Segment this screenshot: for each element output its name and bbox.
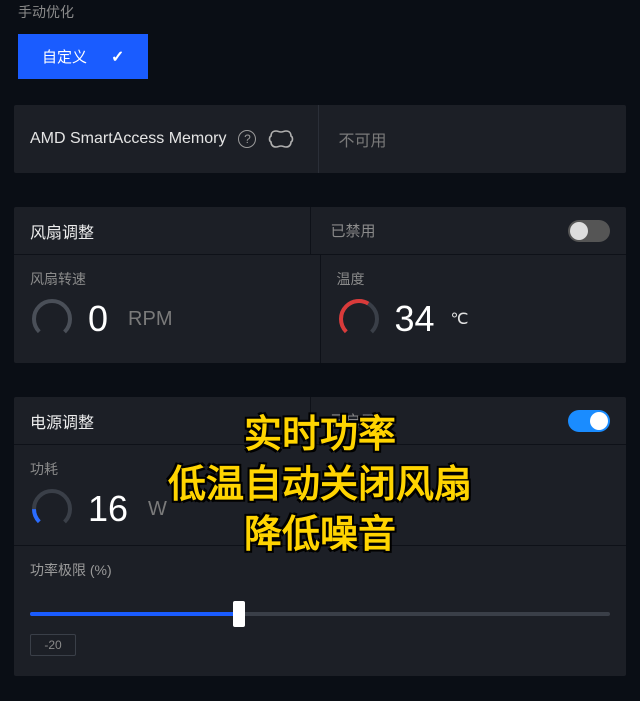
custom-button-label: 自定义	[42, 46, 87, 67]
smartaccess-memory-row: AMD SmartAccess Memory ? 不可用	[14, 105, 626, 173]
power-status: 已启用	[331, 410, 376, 431]
fan-speed-value: 0	[88, 298, 108, 340]
fan-speed-label: 风扇转速	[30, 269, 304, 289]
check-icon: ✓	[111, 47, 124, 67]
power-limit-slider[interactable]	[30, 604, 610, 624]
fan-status: 已禁用	[331, 220, 376, 241]
temperature-cell: 温度 34 ℃	[320, 255, 627, 363]
power-limit-label: 功率极限 (%)	[30, 560, 610, 580]
fan-title: 风扇调整	[14, 219, 310, 243]
sam-title: AMD SmartAccess Memory	[30, 130, 226, 148]
power-consumption-label: 功耗	[30, 459, 304, 479]
temperature-unit: ℃	[451, 309, 469, 329]
sam-title-area: AMD SmartAccess Memory ?	[14, 128, 318, 150]
power-tuning-panel: 电源调整 已启用 功耗 16 W 功率极限 (%)	[14, 397, 626, 676]
power-header: 电源调整 已启用	[14, 397, 626, 445]
power-consumption-gauge	[30, 487, 74, 531]
help-circle-icon[interactable]: ?	[238, 130, 256, 148]
fan-speed-cell: 风扇转速 0 RPM	[14, 255, 320, 363]
fan-tuning-panel: 风扇调整 已禁用 风扇转速 0 RPM 温度	[14, 207, 626, 363]
power-toggle[interactable]	[568, 410, 610, 432]
fan-header: 风扇调整 已禁用	[14, 207, 626, 255]
sam-status: 不可用	[318, 105, 627, 173]
fan-speed-unit: RPM	[128, 308, 172, 331]
power-title: 电源调整	[14, 409, 310, 433]
manual-optimize-label: 手动优化	[0, 0, 640, 34]
slider-handle[interactable]	[233, 601, 245, 627]
fan-toggle[interactable]	[568, 220, 610, 242]
power-limit-section: 功率极限 (%) -20	[14, 545, 626, 676]
power-consumption-unit: W	[148, 498, 167, 521]
fan-speed-gauge	[30, 297, 74, 341]
custom-mode-button[interactable]: 自定义 ✓	[18, 34, 148, 79]
temperature-value: 34	[395, 298, 435, 340]
temperature-gauge	[337, 297, 381, 341]
brain-icon	[268, 128, 294, 150]
power-consumption-cell: 功耗 16 W	[14, 445, 320, 545]
temperature-label: 温度	[337, 269, 611, 289]
power-limit-value[interactable]: -20	[30, 634, 76, 656]
power-consumption-value: 16	[88, 488, 128, 530]
